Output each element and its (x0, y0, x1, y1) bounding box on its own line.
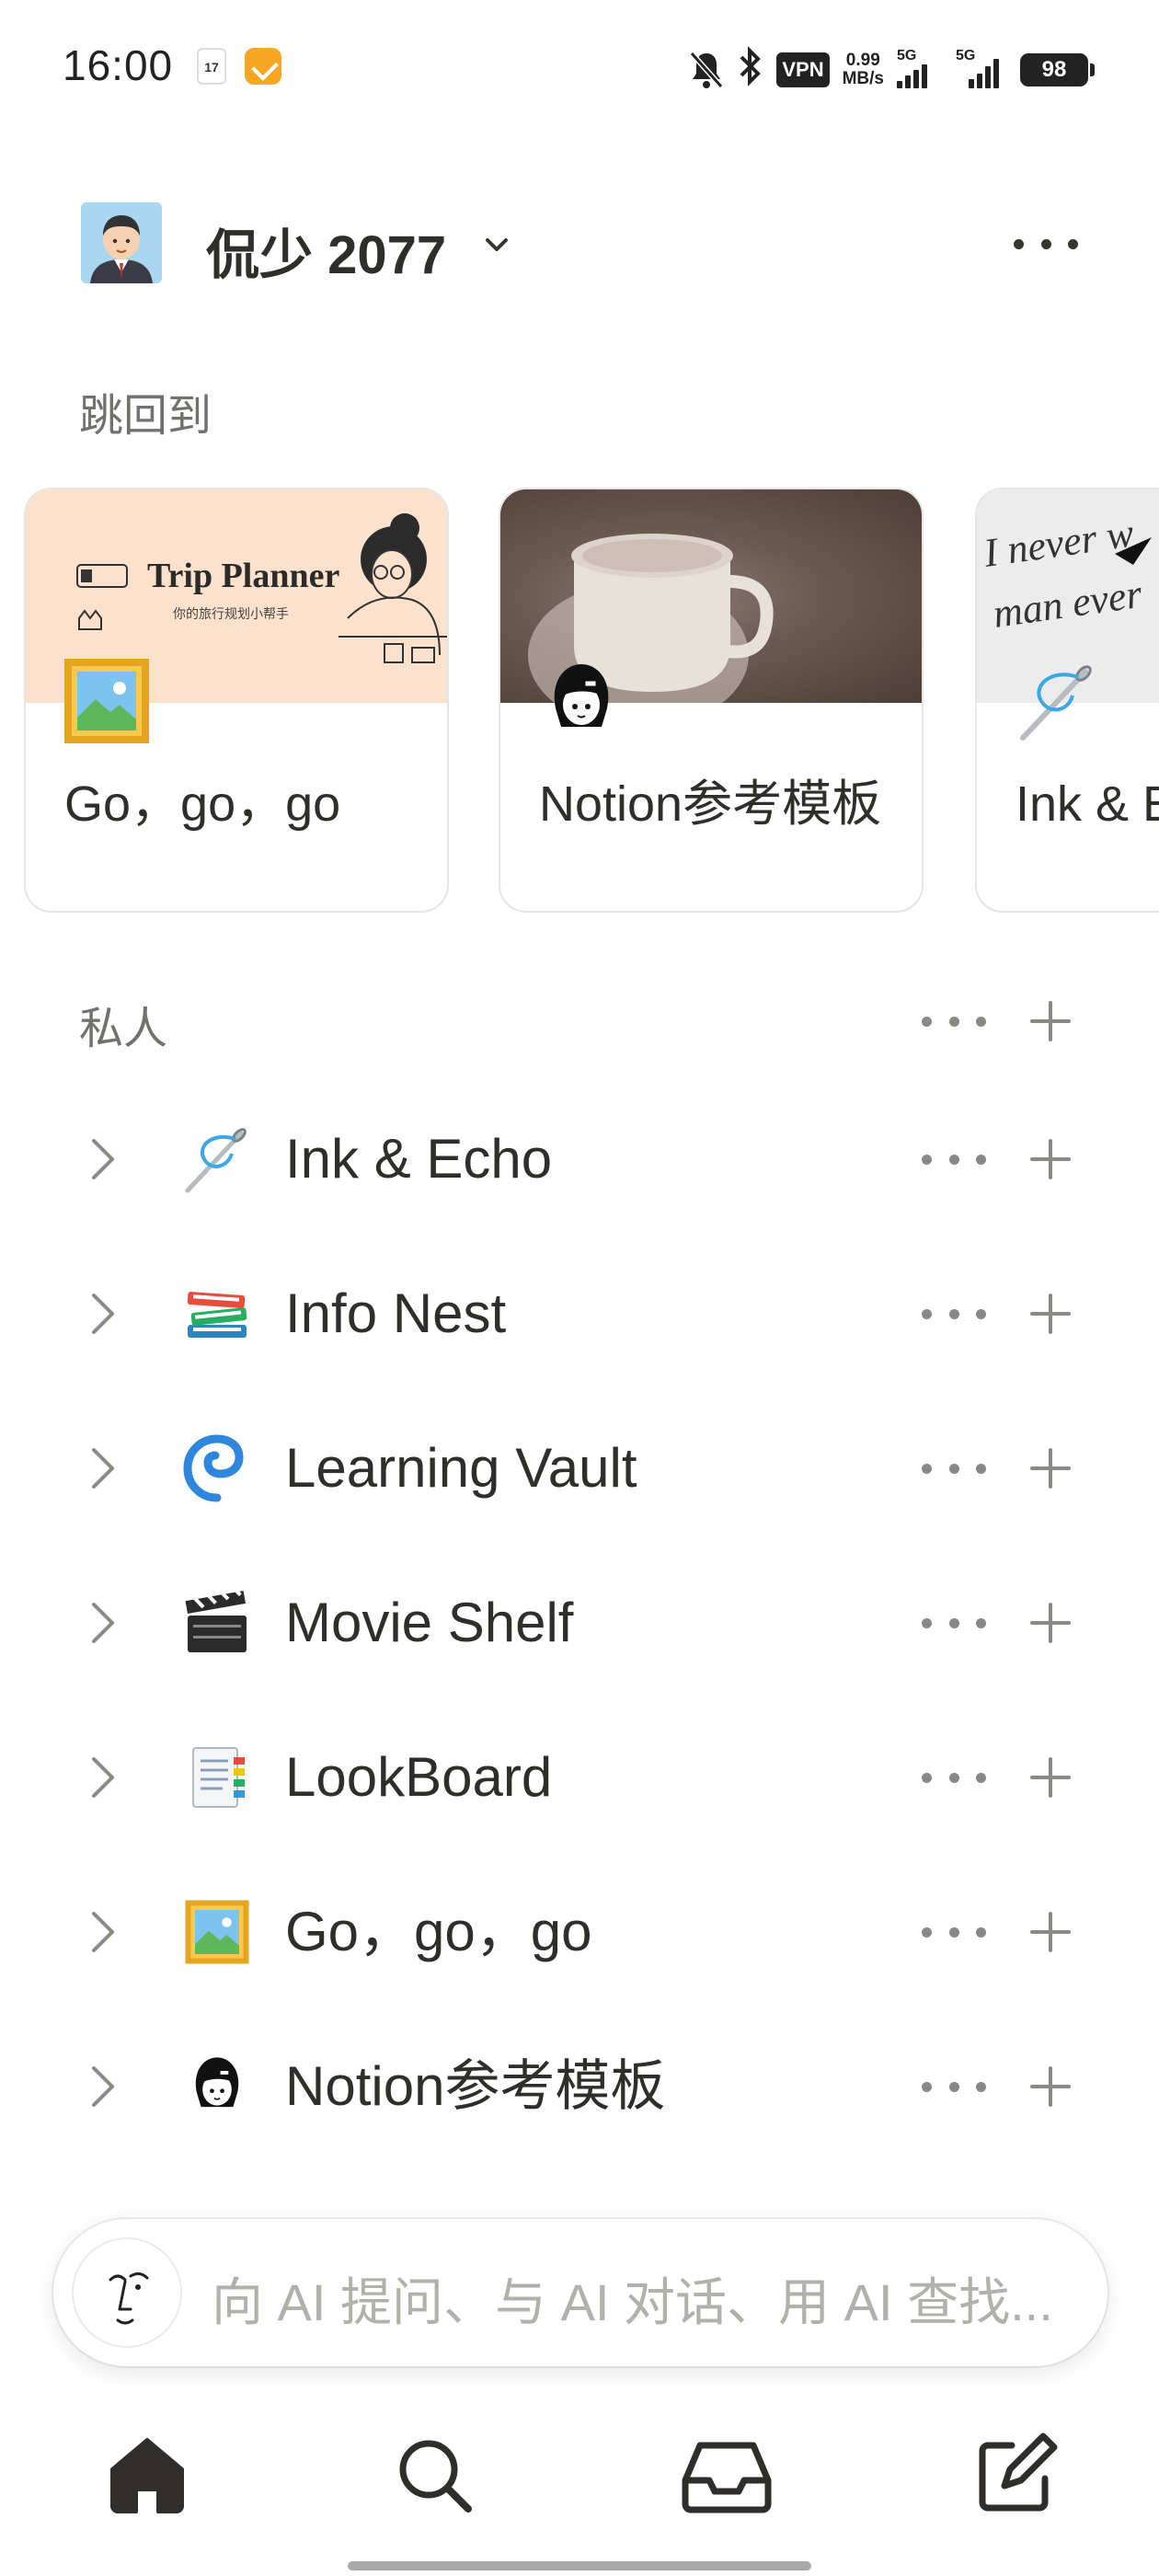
row-actions (922, 2059, 1078, 2114)
battery-icon: 98 (1020, 53, 1095, 86)
row-actions (922, 1441, 1078, 1496)
private-section-actions (922, 994, 1078, 1049)
girl-avatar-icon (180, 2050, 254, 2123)
card-title: Go，go，go (64, 776, 341, 832)
add-subpage-icon[interactable] (1023, 2059, 1078, 2114)
notion-ai-face-icon (72, 2237, 182, 2348)
chevron-right-icon[interactable] (85, 1132, 121, 1187)
framed-picture-icon (180, 1895, 254, 1969)
more-options-icon[interactable] (922, 1750, 986, 1805)
cover-title-text: Trip Planner (147, 557, 339, 595)
add-subpage-icon[interactable] (1023, 1441, 1078, 1496)
jump-back-card-ink[interactable]: I never w man ever Ink & E (975, 488, 1159, 913)
sidebar-item-notion-template[interactable]: Notion参考模板 (0, 2009, 1159, 2164)
girl-avatar-icon (537, 657, 625, 745)
app-notification-icon (245, 48, 281, 85)
more-options-icon[interactable] (922, 1904, 986, 1960)
needle-icon (180, 1122, 254, 1196)
network-speed: 0.99 MB/s (843, 52, 884, 88)
chevron-down-icon[interactable] (478, 226, 515, 263)
signal-1-icon: 5G (897, 48, 943, 88)
sidebar-item-label: Learning Vault (285, 1437, 637, 1499)
cyclone-icon (180, 1432, 254, 1505)
chevron-right-icon[interactable] (85, 1750, 121, 1805)
search-icon[interactable] (379, 2420, 489, 2530)
cover-handwriting-line1: I never w (981, 511, 1138, 577)
jump-back-card-trip[interactable]: Trip Planner 你的旅行规划小帮手 Go，go，go (24, 488, 449, 913)
add-subpage-icon[interactable] (1023, 1904, 1078, 1960)
workspace-avatar[interactable] (81, 202, 162, 283)
ai-prompt-bar[interactable]: 向 AI 提问、与 AI 对话、用 AI 查找... (53, 2219, 1107, 2366)
sidebar-item-label: LookBoard (285, 1746, 553, 1808)
jump-back-title: 跳回到 (79, 392, 212, 441)
row-actions (922, 1750, 1078, 1805)
add-subpage-icon[interactable] (1023, 1750, 1078, 1805)
chevron-right-icon[interactable] (85, 1595, 121, 1650)
cover-handwriting-line2: man ever (991, 571, 1146, 637)
sidebar-item-movie-shelf[interactable]: Movie Shelf (0, 1546, 1159, 1700)
battery-level: 98 (1020, 53, 1088, 86)
workspace-name[interactable]: 侃少 2077 (206, 212, 446, 289)
more-options-icon[interactable] (922, 1595, 986, 1650)
add-page-icon[interactable] (1023, 994, 1078, 1049)
ai-prompt-placeholder: 向 AI 提问、与 AI 对话、用 AI 查找... (212, 2273, 1053, 2331)
network-speed-value: 0.99 (845, 51, 880, 70)
home-icon[interactable] (92, 2420, 202, 2530)
bookmark-tabs-icon (180, 1741, 254, 1814)
books-icon (180, 1277, 254, 1351)
vpn-badge: VPN (776, 52, 830, 87)
bluetooth-icon (738, 46, 763, 94)
more-options-icon[interactable] (1014, 221, 1078, 267)
inbox-icon[interactable] (671, 2420, 782, 2530)
status-indicators: VPN 0.99 MB/s 5G 5G 98 (688, 46, 1095, 94)
chevron-right-icon[interactable] (85, 1904, 121, 1960)
more-options-icon[interactable] (922, 2059, 986, 2114)
mute-icon (688, 50, 725, 90)
compose-icon[interactable] (958, 2420, 1069, 2530)
add-subpage-icon[interactable] (1023, 1132, 1078, 1187)
cover-subtitle-text: 你的旅行规划小帮手 (173, 607, 289, 622)
chevron-right-icon[interactable] (85, 1441, 121, 1496)
add-subpage-icon[interactable] (1023, 1286, 1078, 1341)
more-options-icon[interactable] (922, 1132, 986, 1187)
row-actions (922, 1595, 1078, 1650)
calendar-icon: 17 (197, 48, 226, 85)
status-bar: 16:00 17 VPN 0.99 MB/s 5G 5G 98 (0, 0, 1159, 138)
status-app-icons: 17 (197, 48, 281, 85)
sidebar-item-go-go-go[interactable]: Go，go，go (0, 1855, 1159, 2009)
home-indicator[interactable] (348, 2561, 811, 2570)
sidebar-item-learning-vault[interactable]: Learning Vault (0, 1391, 1159, 1546)
sidebar-item-label: Go，go，go (285, 1901, 592, 1962)
row-actions (922, 1904, 1078, 1960)
row-actions (922, 1286, 1078, 1341)
sidebar-item-label: Movie Shelf (285, 1592, 574, 1653)
row-actions (922, 1132, 1078, 1187)
sidebar-item-label: Notion参考模板 (285, 2055, 666, 2117)
signal-2-icon: 5G (956, 48, 1007, 88)
private-section-title: 私人 (79, 1005, 168, 1053)
clapper-icon (180, 1586, 254, 1660)
chevron-right-icon[interactable] (85, 1286, 121, 1341)
jump-back-cards: Trip Planner 你的旅行规划小帮手 Go，go，go Notion参考… (0, 488, 1159, 920)
jump-back-card-notion[interactable]: Notion参考模板 (499, 488, 924, 913)
more-options-icon[interactable] (922, 994, 986, 1049)
card-title: Ink & E (1016, 776, 1159, 832)
sidebar-item-label: Ink & Echo (285, 1128, 553, 1190)
card-title: Notion参考模板 (539, 776, 882, 832)
sidebar-item-label: Info Nest (285, 1282, 507, 1344)
more-options-icon[interactable] (922, 1286, 986, 1341)
needle-icon (1014, 657, 1102, 745)
add-subpage-icon[interactable] (1023, 1595, 1078, 1650)
network-speed-unit: MB/s (842, 69, 884, 88)
bottom-nav (0, 2420, 1159, 2539)
more-options-icon[interactable] (922, 1441, 986, 1496)
status-time: 16:00 (63, 41, 174, 89)
chevron-right-icon[interactable] (85, 2059, 121, 2114)
signal-1-label: 5G (897, 48, 917, 63)
framed-picture-icon (63, 657, 151, 745)
sidebar-item-ink-echo[interactable]: Ink & Echo (0, 1082, 1159, 1236)
sidebar-item-lookboard[interactable]: LookBoard (0, 1700, 1159, 1855)
workspace-header: 侃少 2077 (0, 193, 1159, 294)
sidebar-item-info-nest[interactable]: Info Nest (0, 1236, 1159, 1391)
